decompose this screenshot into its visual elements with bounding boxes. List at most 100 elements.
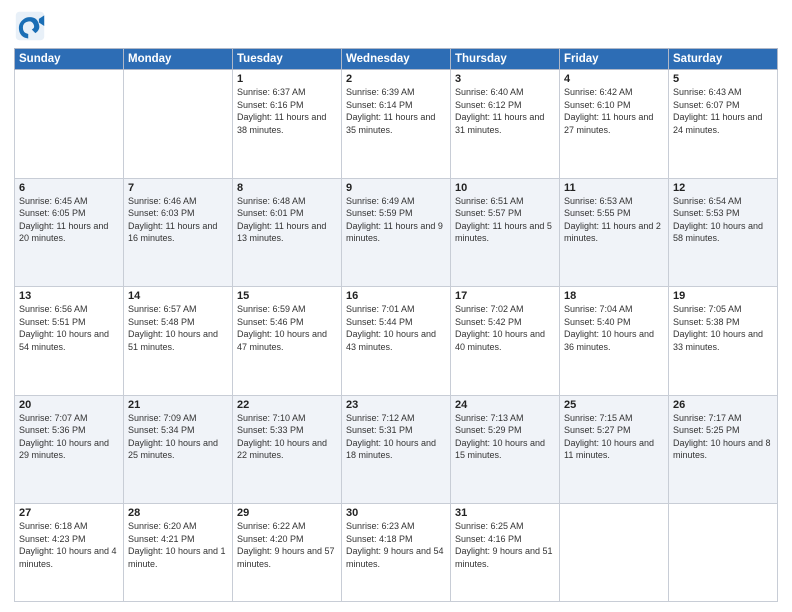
calendar-cell: 1Sunrise: 6:37 AMSunset: 6:16 PMDaylight… xyxy=(233,70,342,179)
day-info: Sunrise: 6:57 AMSunset: 5:48 PMDaylight:… xyxy=(128,303,228,353)
calendar-cell xyxy=(560,504,669,602)
calendar-table: SundayMondayTuesdayWednesdayThursdayFrid… xyxy=(14,48,778,602)
calendar-cell xyxy=(124,70,233,179)
calendar-cell: 7Sunrise: 6:46 AMSunset: 6:03 PMDaylight… xyxy=(124,178,233,287)
day-info: Sunrise: 6:51 AMSunset: 5:57 PMDaylight:… xyxy=(455,195,555,245)
calendar-cell: 17Sunrise: 7:02 AMSunset: 5:42 PMDayligh… xyxy=(451,287,560,396)
day-info: Sunrise: 6:46 AMSunset: 6:03 PMDaylight:… xyxy=(128,195,228,245)
weekday-tuesday: Tuesday xyxy=(233,49,342,70)
header xyxy=(14,10,778,42)
day-info: Sunrise: 6:18 AMSunset: 4:23 PMDaylight:… xyxy=(19,520,119,570)
calendar-cell: 30Sunrise: 6:23 AMSunset: 4:18 PMDayligh… xyxy=(342,504,451,602)
day-info: Sunrise: 6:59 AMSunset: 5:46 PMDaylight:… xyxy=(237,303,337,353)
day-number: 13 xyxy=(19,290,119,302)
day-number: 9 xyxy=(346,182,446,194)
logo-icon xyxy=(14,10,46,42)
day-number: 21 xyxy=(128,399,228,411)
calendar-cell: 19Sunrise: 7:05 AMSunset: 5:38 PMDayligh… xyxy=(669,287,778,396)
day-number: 17 xyxy=(455,290,555,302)
day-number: 7 xyxy=(128,182,228,194)
calendar-cell: 2Sunrise: 6:39 AMSunset: 6:14 PMDaylight… xyxy=(342,70,451,179)
calendar-cell: 9Sunrise: 6:49 AMSunset: 5:59 PMDaylight… xyxy=(342,178,451,287)
calendar-cell: 15Sunrise: 6:59 AMSunset: 5:46 PMDayligh… xyxy=(233,287,342,396)
weekday-sunday: Sunday xyxy=(15,49,124,70)
day-info: Sunrise: 7:09 AMSunset: 5:34 PMDaylight:… xyxy=(128,412,228,462)
day-number: 14 xyxy=(128,290,228,302)
calendar-cell: 10Sunrise: 6:51 AMSunset: 5:57 PMDayligh… xyxy=(451,178,560,287)
calendar-cell: 28Sunrise: 6:20 AMSunset: 4:21 PMDayligh… xyxy=(124,504,233,602)
calendar-cell: 25Sunrise: 7:15 AMSunset: 5:27 PMDayligh… xyxy=(560,395,669,504)
day-info: Sunrise: 7:13 AMSunset: 5:29 PMDaylight:… xyxy=(455,412,555,462)
day-info: Sunrise: 6:40 AMSunset: 6:12 PMDaylight:… xyxy=(455,86,555,136)
calendar-cell: 13Sunrise: 6:56 AMSunset: 5:51 PMDayligh… xyxy=(15,287,124,396)
day-info: Sunrise: 6:54 AMSunset: 5:53 PMDaylight:… xyxy=(673,195,773,245)
day-info: Sunrise: 6:48 AMSunset: 6:01 PMDaylight:… xyxy=(237,195,337,245)
day-number: 8 xyxy=(237,182,337,194)
day-number: 12 xyxy=(673,182,773,194)
calendar-cell: 16Sunrise: 7:01 AMSunset: 5:44 PMDayligh… xyxy=(342,287,451,396)
calendar-cell: 23Sunrise: 7:12 AMSunset: 5:31 PMDayligh… xyxy=(342,395,451,504)
calendar-cell: 27Sunrise: 6:18 AMSunset: 4:23 PMDayligh… xyxy=(15,504,124,602)
day-info: Sunrise: 7:02 AMSunset: 5:42 PMDaylight:… xyxy=(455,303,555,353)
day-number: 16 xyxy=(346,290,446,302)
day-number: 22 xyxy=(237,399,337,411)
day-number: 11 xyxy=(564,182,664,194)
calendar-cell: 21Sunrise: 7:09 AMSunset: 5:34 PMDayligh… xyxy=(124,395,233,504)
day-number: 31 xyxy=(455,507,555,519)
day-info: Sunrise: 7:01 AMSunset: 5:44 PMDaylight:… xyxy=(346,303,446,353)
day-info: Sunrise: 7:10 AMSunset: 5:33 PMDaylight:… xyxy=(237,412,337,462)
day-number: 27 xyxy=(19,507,119,519)
calendar-cell: 11Sunrise: 6:53 AMSunset: 5:55 PMDayligh… xyxy=(560,178,669,287)
week-row-1: 1Sunrise: 6:37 AMSunset: 6:16 PMDaylight… xyxy=(15,70,778,179)
calendar-cell: 14Sunrise: 6:57 AMSunset: 5:48 PMDayligh… xyxy=(124,287,233,396)
day-info: Sunrise: 6:56 AMSunset: 5:51 PMDaylight:… xyxy=(19,303,119,353)
day-info: Sunrise: 6:39 AMSunset: 6:14 PMDaylight:… xyxy=(346,86,446,136)
day-number: 1 xyxy=(237,73,337,85)
day-info: Sunrise: 6:20 AMSunset: 4:21 PMDaylight:… xyxy=(128,520,228,570)
day-number: 15 xyxy=(237,290,337,302)
weekday-wednesday: Wednesday xyxy=(342,49,451,70)
week-row-4: 20Sunrise: 7:07 AMSunset: 5:36 PMDayligh… xyxy=(15,395,778,504)
calendar-cell: 6Sunrise: 6:45 AMSunset: 6:05 PMDaylight… xyxy=(15,178,124,287)
page: SundayMondayTuesdayWednesdayThursdayFrid… xyxy=(0,0,792,612)
day-info: Sunrise: 6:53 AMSunset: 5:55 PMDaylight:… xyxy=(564,195,664,245)
day-number: 26 xyxy=(673,399,773,411)
day-number: 19 xyxy=(673,290,773,302)
day-number: 25 xyxy=(564,399,664,411)
calendar-cell: 18Sunrise: 7:04 AMSunset: 5:40 PMDayligh… xyxy=(560,287,669,396)
weekday-header-row: SundayMondayTuesdayWednesdayThursdayFrid… xyxy=(15,49,778,70)
day-number: 23 xyxy=(346,399,446,411)
calendar-cell: 29Sunrise: 6:22 AMSunset: 4:20 PMDayligh… xyxy=(233,504,342,602)
day-info: Sunrise: 7:07 AMSunset: 5:36 PMDaylight:… xyxy=(19,412,119,462)
day-info: Sunrise: 6:45 AMSunset: 6:05 PMDaylight:… xyxy=(19,195,119,245)
weekday-saturday: Saturday xyxy=(669,49,778,70)
calendar-cell: 8Sunrise: 6:48 AMSunset: 6:01 PMDaylight… xyxy=(233,178,342,287)
day-info: Sunrise: 6:25 AMSunset: 4:16 PMDaylight:… xyxy=(455,520,555,570)
calendar-cell: 5Sunrise: 6:43 AMSunset: 6:07 PMDaylight… xyxy=(669,70,778,179)
day-number: 24 xyxy=(455,399,555,411)
week-row-3: 13Sunrise: 6:56 AMSunset: 5:51 PMDayligh… xyxy=(15,287,778,396)
week-row-5: 27Sunrise: 6:18 AMSunset: 4:23 PMDayligh… xyxy=(15,504,778,602)
day-number: 18 xyxy=(564,290,664,302)
day-info: Sunrise: 6:42 AMSunset: 6:10 PMDaylight:… xyxy=(564,86,664,136)
day-info: Sunrise: 6:43 AMSunset: 6:07 PMDaylight:… xyxy=(673,86,773,136)
weekday-friday: Friday xyxy=(560,49,669,70)
day-info: Sunrise: 7:12 AMSunset: 5:31 PMDaylight:… xyxy=(346,412,446,462)
day-number: 5 xyxy=(673,73,773,85)
day-number: 2 xyxy=(346,73,446,85)
day-info: Sunrise: 6:37 AMSunset: 6:16 PMDaylight:… xyxy=(237,86,337,136)
calendar-cell: 26Sunrise: 7:17 AMSunset: 5:25 PMDayligh… xyxy=(669,395,778,504)
calendar-cell xyxy=(15,70,124,179)
weekday-thursday: Thursday xyxy=(451,49,560,70)
day-info: Sunrise: 7:05 AMSunset: 5:38 PMDaylight:… xyxy=(673,303,773,353)
day-info: Sunrise: 6:22 AMSunset: 4:20 PMDaylight:… xyxy=(237,520,337,570)
day-info: Sunrise: 7:17 AMSunset: 5:25 PMDaylight:… xyxy=(673,412,773,462)
day-info: Sunrise: 7:15 AMSunset: 5:27 PMDaylight:… xyxy=(564,412,664,462)
day-info: Sunrise: 6:23 AMSunset: 4:18 PMDaylight:… xyxy=(346,520,446,570)
calendar-cell: 24Sunrise: 7:13 AMSunset: 5:29 PMDayligh… xyxy=(451,395,560,504)
weekday-monday: Monday xyxy=(124,49,233,70)
day-number: 20 xyxy=(19,399,119,411)
calendar-cell: 20Sunrise: 7:07 AMSunset: 5:36 PMDayligh… xyxy=(15,395,124,504)
day-number: 4 xyxy=(564,73,664,85)
calendar-cell: 22Sunrise: 7:10 AMSunset: 5:33 PMDayligh… xyxy=(233,395,342,504)
